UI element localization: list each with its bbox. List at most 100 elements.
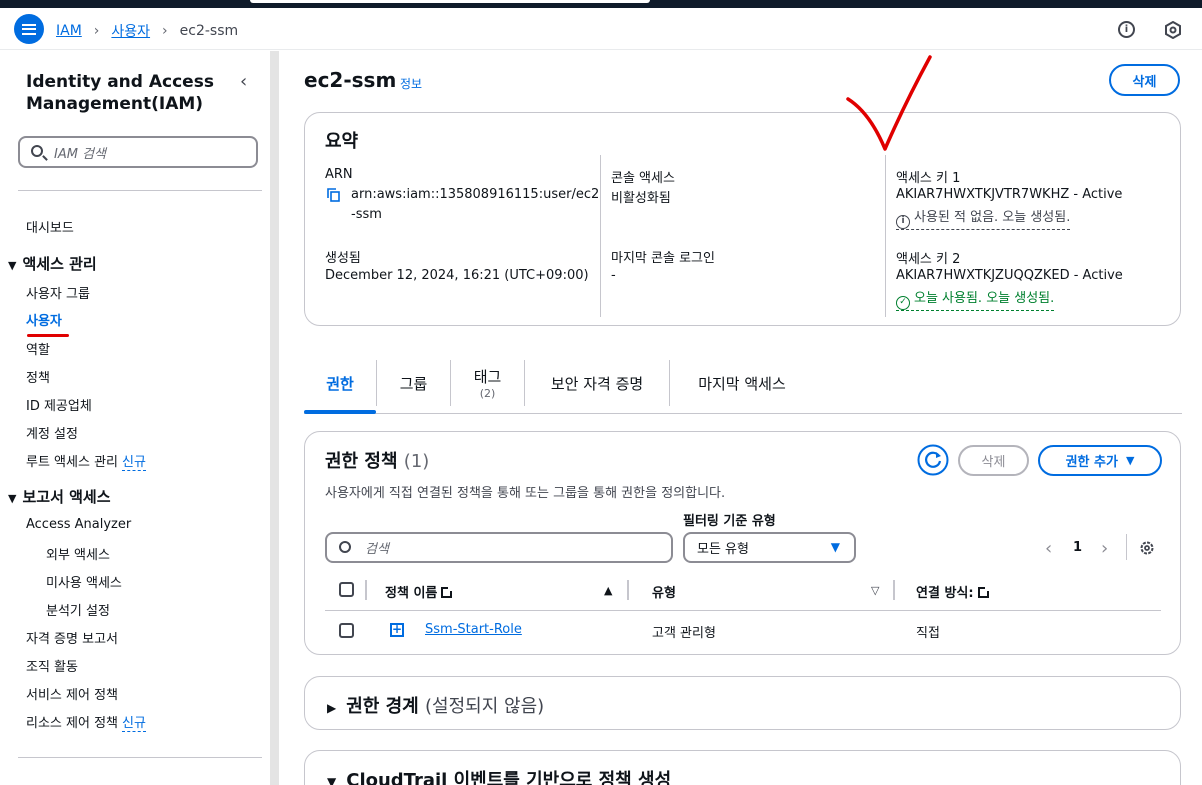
- policy-name-link[interactable]: Ssm-Start-Role: [425, 622, 522, 637]
- next-page-icon[interactable]: ›: [1101, 538, 1108, 559]
- info-link[interactable]: 정보: [400, 75, 422, 92]
- sidebar-item-users[interactable]: 사용자: [26, 310, 62, 329]
- sidebar-section-label: 보고서 액세스: [22, 488, 111, 506]
- created-label: 생성됨: [325, 251, 361, 266]
- access-key1-status[interactable]: i 사용된 적 없음. 오늘 생성됨.: [896, 206, 1071, 230]
- col-type[interactable]: 유형: [652, 582, 676, 601]
- menu-button[interactable]: [14, 14, 44, 44]
- policy-search-placeholder: 검색: [365, 542, 389, 557]
- tab-security-credentials[interactable]: 보안 자격 증명: [525, 354, 669, 412]
- active-tab-indicator: [304, 410, 376, 414]
- sidebar-section-label: 액세스 관리: [22, 255, 97, 273]
- expand-plus-icon[interactable]: +: [390, 623, 404, 637]
- select-all-checkbox[interactable]: [339, 582, 354, 597]
- sidebar-item-user-groups[interactable]: 사용자 그룹: [26, 283, 90, 302]
- sidebar-item-scp[interactable]: 서비스 제어 정책: [26, 684, 118, 703]
- delete-policy-button[interactable]: 삭제: [958, 445, 1029, 476]
- tab-permissions[interactable]: 권한: [304, 354, 376, 412]
- access-key2-value: AKIAR7HWXTKJZUQQZKED - Active: [896, 268, 1123, 283]
- search-icon: [339, 541, 351, 553]
- sidebar-item-rcp[interactable]: 리소스 제어 정책 신규: [26, 712, 146, 732]
- tab-tags[interactable]: 태그 (2): [451, 354, 524, 412]
- sidebar-item-roles[interactable]: 역할: [26, 339, 50, 358]
- cloudtrail-card[interactable]: ▼ CloudTrail 이벤트를 기반으로 정책 생성: [304, 750, 1181, 785]
- summary-card: 요약 ARN arn:aws:iam::135808916115:user/ec…: [304, 112, 1181, 326]
- new-badge: 신규: [122, 455, 146, 471]
- policy-search-input[interactable]: 검색: [325, 532, 673, 563]
- access-key2-status[interactable]: ✓ 오늘 사용됨. 오늘 생성됨.: [896, 287, 1055, 311]
- breadcrumb-users[interactable]: 사용자: [111, 21, 150, 41]
- row-checkbox[interactable]: [339, 623, 354, 638]
- top-header: IAM › 사용자 › ec2-ssm i: [0, 8, 1202, 50]
- sidebar-item-dashboard[interactable]: 대시보드: [26, 217, 74, 236]
- sidebar-item-root-access[interactable]: 루트 액세스 관리 신규: [26, 451, 146, 471]
- collapse-sidebar-icon[interactable]: ‹: [240, 71, 247, 92]
- column-divider: [600, 155, 601, 317]
- sidebar-section-reports[interactable]: ▼ 보고서 액세스: [8, 486, 111, 507]
- tab-groups[interactable]: 그룹: [377, 354, 450, 412]
- annotation-underline: [27, 334, 69, 337]
- sidebar-divider: [18, 757, 262, 758]
- access-key2-status-text: 오늘 사용됨. 오늘 생성됨.: [914, 291, 1055, 306]
- created-value: December 12, 2024, 16:21 (UTC+09:00): [325, 268, 589, 283]
- main-content: ec2-ssm 정보 삭제 요약 ARN arn:aws:iam::135808…: [280, 51, 1202, 785]
- last-login-label: 마지막 콘솔 로그인: [611, 251, 715, 266]
- info-icon[interactable]: i: [1118, 21, 1135, 38]
- sort-icon[interactable]: ▽: [871, 584, 879, 597]
- policy-type: 고객 관리형: [652, 626, 716, 641]
- caret-down-icon: ▼: [327, 775, 337, 785]
- sidebar-scrollbar[interactable]: [270, 51, 279, 785]
- sidebar-item-account-settings[interactable]: 계정 설정: [26, 423, 78, 442]
- caret-down-icon: ▼: [1125, 454, 1135, 467]
- prev-page-icon[interactable]: ‹: [1045, 538, 1052, 559]
- check-circle-icon: ✓: [896, 296, 910, 310]
- sidebar-item-policies[interactable]: 정책: [26, 367, 50, 386]
- sort-asc-icon[interactable]: ▲: [604, 584, 612, 597]
- arn-value-line1: arn:aws:iam::135808916115:user/ec2: [351, 187, 600, 202]
- sidebar-item-external-access[interactable]: 외부 액세스: [46, 544, 110, 563]
- policy-count: (1): [403, 451, 430, 472]
- access-key1-status-text: 사용된 적 없음. 오늘 생성됨.: [914, 210, 1071, 225]
- table-settings-icon[interactable]: [1139, 540, 1155, 556]
- col-policy-name-label: 정책 이름: [385, 586, 438, 601]
- access-key2-label: 액세스 키 2: [896, 252, 961, 267]
- breadcrumb: IAM › 사용자 › ec2-ssm: [56, 21, 238, 41]
- col-policy-name[interactable]: 정책 이름: [385, 582, 454, 601]
- column-divider: [365, 580, 367, 600]
- sidebar-search-input[interactable]: IAM 검색: [18, 136, 258, 168]
- sidebar-title: Identity and Access Management(IAM): [26, 72, 214, 114]
- boundary-note: (설정되지 않음): [425, 696, 545, 717]
- sidebar-item-id-providers[interactable]: ID 제공업체: [26, 395, 92, 414]
- sidebar-item-org-activity[interactable]: 조직 활동: [26, 656, 78, 675]
- new-badge: 신규: [122, 716, 146, 732]
- summary-title: 요약: [325, 131, 359, 152]
- console-access-label: 콘솔 액세스: [611, 171, 675, 186]
- caret-down-icon: ▼: [8, 259, 17, 272]
- col-attached-via-label: 연결 방식:: [916, 586, 974, 601]
- sidebar-item-access-analyzer[interactable]: Access Analyzer: [26, 517, 131, 532]
- copy-icon[interactable]: [327, 188, 340, 202]
- sidebar-item-credential-report[interactable]: 자격 증명 보고서: [26, 628, 118, 647]
- column-divider: [893, 580, 895, 600]
- sidebar-search-placeholder: IAM 검색: [54, 146, 106, 162]
- tab-last-accessed[interactable]: 마지막 액세스: [670, 354, 814, 412]
- caret-down-icon: ▼: [8, 492, 17, 505]
- refresh-button[interactable]: [917, 444, 949, 476]
- settings-hex-icon[interactable]: [1164, 21, 1182, 39]
- col-attached-via[interactable]: 연결 방식:: [916, 582, 990, 601]
- add-permissions-button[interactable]: 권한 추가 ▼: [1038, 445, 1162, 476]
- sidebar-item-analyzer-settings[interactable]: 분석기 설정: [46, 600, 110, 619]
- filter-type-select[interactable]: 모든 유형 ▼: [683, 532, 856, 563]
- delete-user-button[interactable]: 삭제: [1109, 64, 1180, 96]
- policy-attach-type: 직접: [916, 626, 940, 641]
- sidebar-item-label: 루트 액세스 관리: [26, 455, 118, 470]
- permissions-boundary-card[interactable]: ▶ 권한 경계 (설정되지 않음): [304, 676, 1181, 730]
- cloudtrail-title: ▼ CloudTrail 이벤트를 기반으로 정책 생성: [327, 766, 671, 785]
- sidebar-item-label: 리소스 제어 정책: [26, 716, 118, 731]
- breadcrumb-iam[interactable]: IAM: [56, 23, 82, 39]
- arn-value-line2: -ssm: [351, 207, 382, 222]
- sidebar-section-access-mgmt[interactable]: ▼ 액세스 관리: [8, 253, 97, 274]
- sidebar-item-unused-access[interactable]: 미사용 액세스: [46, 572, 122, 591]
- current-page[interactable]: 1: [1073, 540, 1082, 555]
- add-permissions-label: 권한 추가: [1065, 455, 1118, 470]
